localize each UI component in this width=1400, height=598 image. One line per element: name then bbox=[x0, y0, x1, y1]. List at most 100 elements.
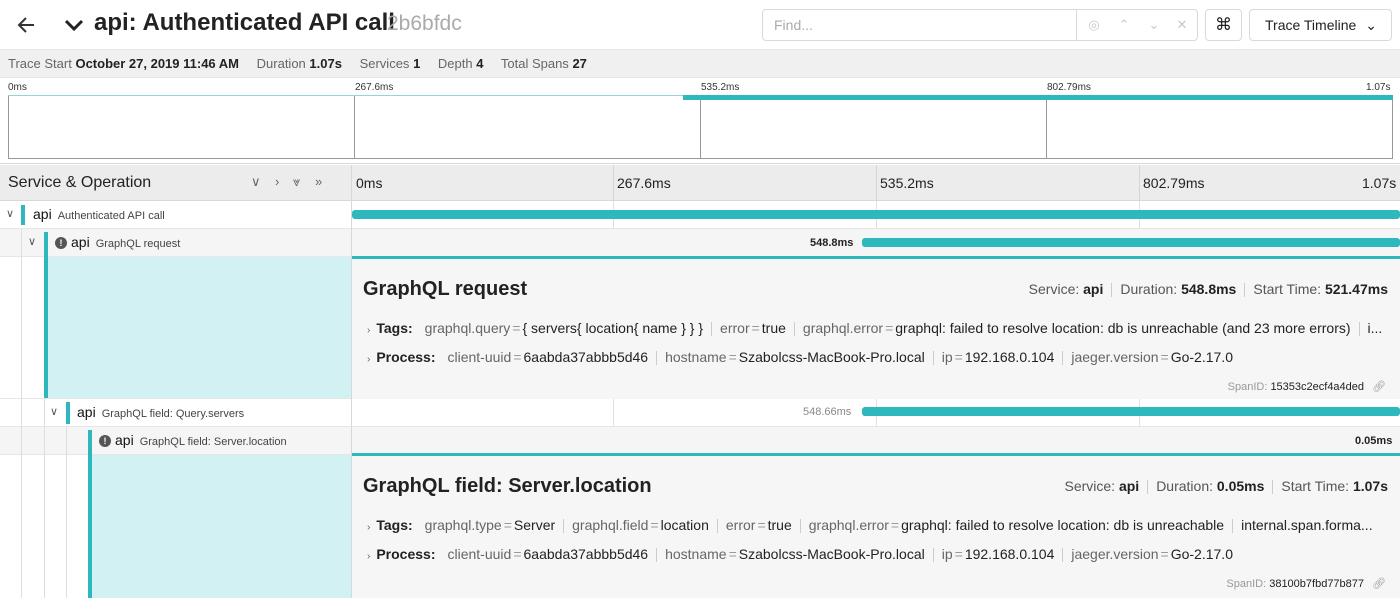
link-icon[interactable]: 🔗︎ bbox=[1372, 380, 1386, 393]
services-value: 1 bbox=[413, 56, 421, 71]
expand-all-icon[interactable]: ⩔ bbox=[293, 165, 300, 199]
span-duration-label: 0.05ms bbox=[1355, 435, 1393, 447]
chevron-down-icon[interactable]: ∨ bbox=[28, 229, 36, 256]
span-name[interactable]: ! api GraphQL field: Server.location bbox=[99, 427, 287, 454]
start-time-value: 521.47ms bbox=[1324, 281, 1388, 297]
depth-label: Depth bbox=[437, 56, 473, 71]
minimap-tick: 535.2ms bbox=[701, 82, 740, 93]
tags-row[interactable]: › Tags: graphql.type = Server graphql.field = l… bbox=[367, 517, 1373, 534]
span-row[interactable]: ! api GraphQL field: Server.location 0.05m… bbox=[0, 427, 1400, 455]
span-id: SpanID: 38100b7fbd77b877 🔗︎ bbox=[1226, 577, 1386, 590]
trace-start-label: Trace Start bbox=[8, 56, 72, 71]
span-bar[interactable] bbox=[862, 238, 1400, 247]
duration-label: Duration: bbox=[1156, 478, 1213, 494]
detail-title: GraphQL field: Server.location bbox=[363, 475, 652, 497]
timeline-tick: 802.79ms bbox=[1143, 175, 1205, 191]
collapse-all-icon[interactable]: » bbox=[315, 165, 322, 199]
minimap-tick: 267.6ms bbox=[355, 82, 394, 93]
process-label: Process: bbox=[376, 546, 436, 562]
span-name[interactable]: api GraphQL field: Query.servers bbox=[77, 399, 244, 426]
process-key: client-uuid bbox=[447, 546, 512, 562]
process-row[interactable]: › Process: client-uuid = 6aabda37abbb5d46 hos… bbox=[367, 349, 1233, 366]
duration-value: 1.07s bbox=[309, 56, 342, 71]
span-row[interactable]: ∨ api Authenticated API call bbox=[0, 201, 1400, 229]
chevron-down-icon[interactable]: ∨ bbox=[50, 399, 58, 426]
span-row[interactable]: ∨ ! api GraphQL request 548.8ms bbox=[0, 229, 1400, 257]
start-time-label: Start Time: bbox=[1253, 281, 1322, 297]
duration-value: 0.05ms bbox=[1216, 478, 1265, 494]
prev-result-icon[interactable]: ⌃ bbox=[1115, 16, 1133, 34]
tag-key: graphql.error bbox=[802, 320, 884, 336]
detail-meta: Service: api Duration: 548.8ms Start Time:… bbox=[1029, 281, 1388, 298]
tree-line bbox=[21, 399, 22, 427]
tree-line bbox=[66, 455, 67, 598]
tag-more: internal.span.forma... bbox=[1241, 517, 1373, 533]
expand-one-icon[interactable]: › bbox=[275, 165, 279, 199]
back-arrow-icon[interactable] bbox=[14, 12, 40, 38]
span-id-label: SpanID: bbox=[1227, 381, 1268, 393]
chevron-right-icon[interactable]: › bbox=[367, 325, 370, 336]
detail-title: GraphQL request bbox=[363, 278, 528, 300]
span-id-value: 15353c2ecf4a4ded bbox=[1270, 381, 1365, 393]
service-color-bar bbox=[66, 402, 70, 424]
tag-key: graphql.type bbox=[424, 517, 502, 533]
tag-key: graphql.query bbox=[424, 320, 511, 336]
tags-label: Tags: bbox=[376, 320, 413, 336]
view-selector-label: Trace Timeline bbox=[1265, 17, 1357, 33]
process-key: ip bbox=[941, 546, 953, 562]
span-detail-graphql-request: GraphQL request Service: api Duration: 54… bbox=[351, 256, 1400, 399]
next-result-icon[interactable]: ⌄ bbox=[1145, 16, 1163, 34]
find-input[interactable] bbox=[763, 10, 1077, 40]
chevron-right-icon[interactable]: › bbox=[367, 551, 370, 562]
tree-line bbox=[21, 427, 22, 455]
tree-line bbox=[66, 427, 67, 455]
link-icon[interactable]: 🔗︎ bbox=[1372, 577, 1386, 590]
collapse-one-icon[interactable]: ∨ bbox=[251, 165, 261, 199]
process-row[interactable]: › Process: client-uuid = 6aabda37abbb5d46 hos… bbox=[367, 546, 1233, 563]
trace-minimap[interactable]: 0ms 267.6ms 535.2ms 802.79ms 1.07s bbox=[0, 78, 1400, 164]
trace-id: 2b6bfdc bbox=[387, 12, 462, 35]
view-selector[interactable]: Trace Timeline ⌄ bbox=[1249, 9, 1392, 41]
span-operation: Authenticated API call bbox=[57, 210, 165, 222]
duration-label: Duration bbox=[256, 56, 306, 71]
tag-key: error bbox=[720, 320, 750, 336]
span-detail-server-location: GraphQL field: Server.location Service: … bbox=[351, 453, 1400, 598]
span-id-label: SpanID: bbox=[1226, 578, 1267, 590]
process-key: hostname bbox=[665, 546, 727, 562]
span-duration-label: 548.66ms bbox=[803, 406, 852, 418]
service-color-bar bbox=[44, 232, 48, 257]
clear-find-icon[interactable]: ✕ bbox=[1173, 16, 1191, 34]
minimap-gridline bbox=[354, 95, 355, 159]
tag-more: i... bbox=[1367, 320, 1383, 336]
tags-row[interactable]: › Tags: graphql.query ={ servers{ location{… bbox=[367, 320, 1383, 337]
chevron-right-icon[interactable]: › bbox=[367, 354, 370, 365]
keyboard-command-icon[interactable]: ⌘ bbox=[1205, 9, 1242, 41]
minimap-tick: 1.07s bbox=[1366, 82, 1391, 93]
tag-value: true bbox=[761, 320, 786, 336]
total-spans-value: 27 bbox=[572, 56, 587, 71]
column-divider[interactable] bbox=[351, 165, 352, 598]
locate-icon[interactable]: ◎ bbox=[1085, 16, 1103, 34]
tree-line bbox=[21, 257, 22, 399]
span-service: api bbox=[77, 404, 96, 420]
detail-meta: Service: api Duration: 0.05ms Start Time: … bbox=[1064, 478, 1388, 495]
trace-header: api: Authenticated API call 2b6bfdc ◎ ⌃ … bbox=[0, 0, 1400, 50]
tree-line bbox=[21, 455, 22, 598]
process-key: ip bbox=[941, 349, 953, 365]
process-value: 192.168.0.104 bbox=[964, 546, 1055, 562]
span-bar[interactable] bbox=[862, 407, 1400, 416]
timeline-header-divider bbox=[876, 165, 877, 201]
process-value: 6aabda37abbb5d46 bbox=[523, 546, 649, 562]
span-name[interactable]: ! api GraphQL request bbox=[55, 229, 180, 256]
chevron-down-icon[interactable]: ∨ bbox=[6, 201, 14, 228]
minimap-gridline bbox=[1046, 95, 1047, 159]
span-bar[interactable] bbox=[352, 210, 1400, 219]
chevron-right-icon[interactable]: › bbox=[367, 522, 370, 533]
chevron-down-icon[interactable] bbox=[62, 12, 86, 38]
span-row[interactable]: ∨ api GraphQL field: Query.servers 548.66… bbox=[0, 399, 1400, 427]
timeline-header-divider bbox=[613, 165, 614, 201]
span-name[interactable]: api Authenticated API call bbox=[33, 201, 165, 228]
tag-value: graphql: failed to resolve location: db … bbox=[901, 517, 1225, 533]
timeline-tick: 1.07s bbox=[1362, 175, 1397, 191]
service-color-bar bbox=[88, 430, 92, 455]
